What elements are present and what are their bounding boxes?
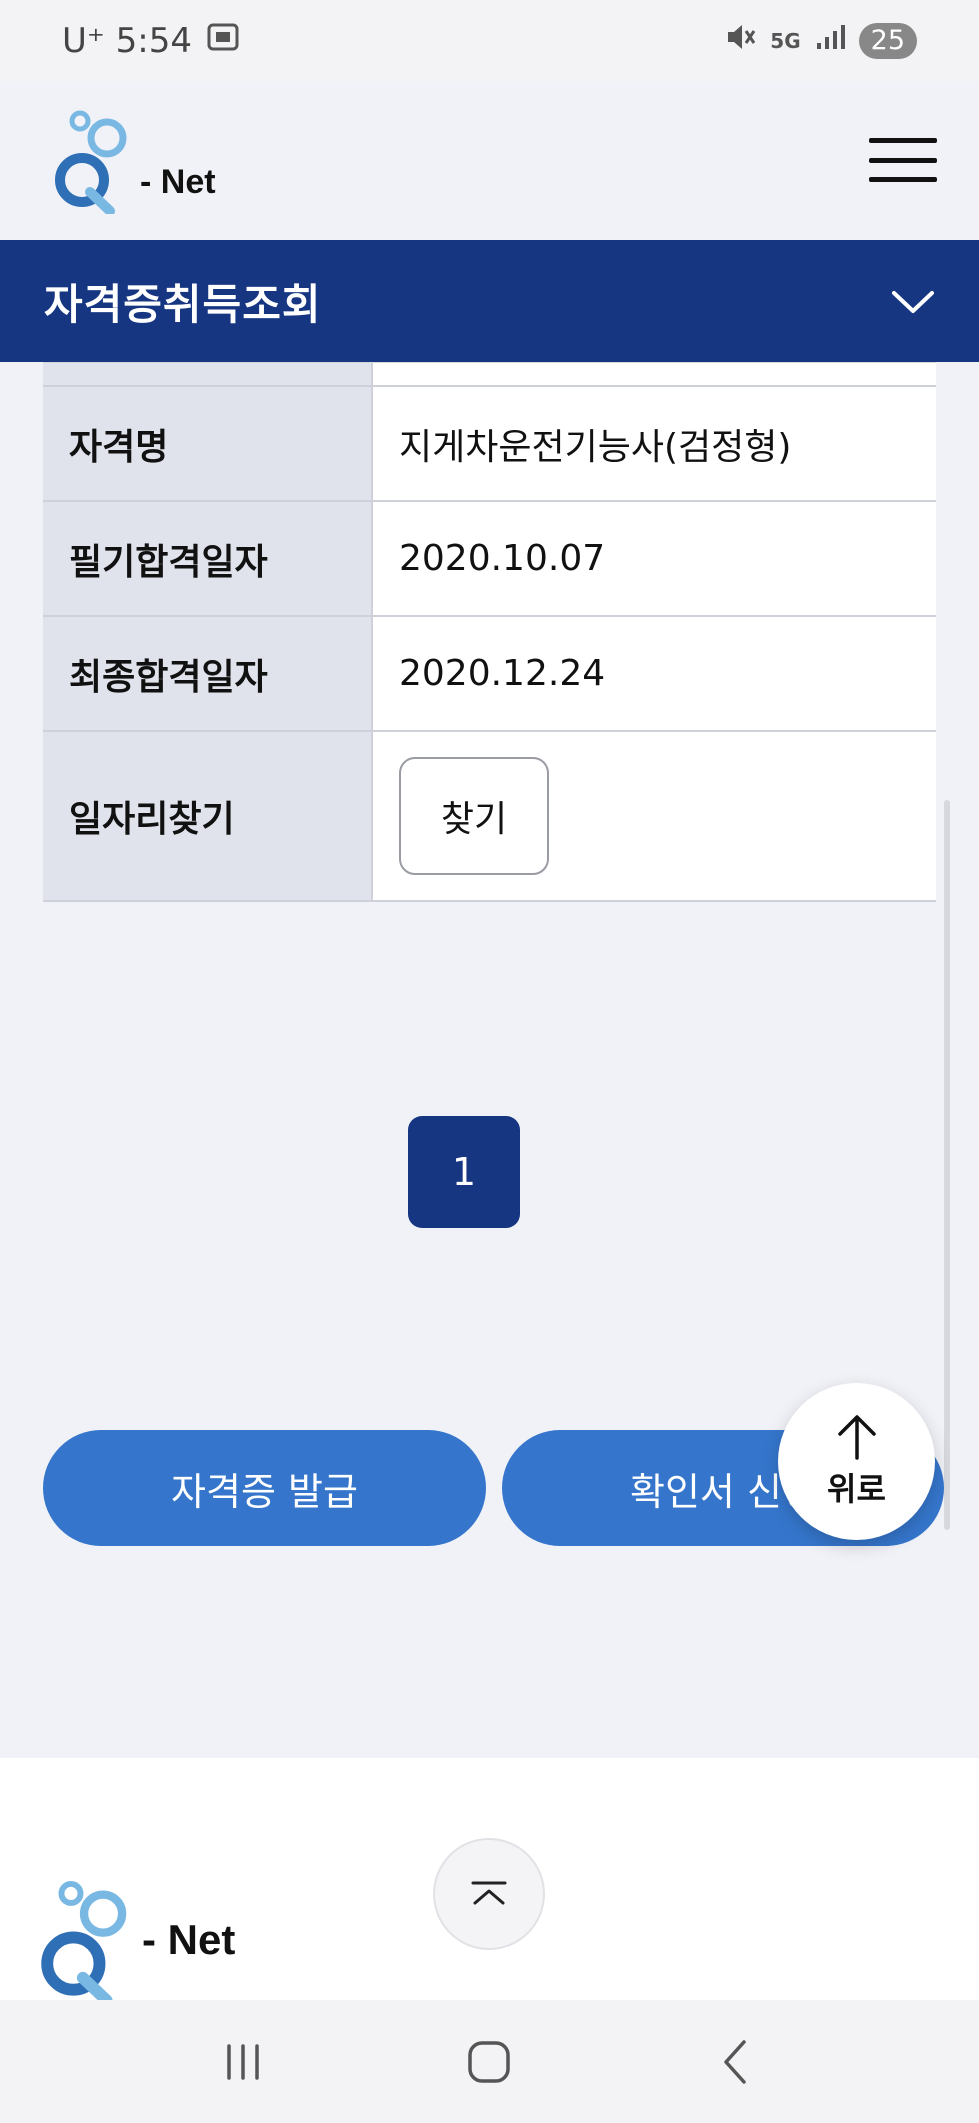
footer-collapse-button[interactable] (433, 1838, 545, 1950)
qnet-logo[interactable]: - Net (54, 108, 216, 214)
issue-certificate-button[interactable]: 자격증 발급 (43, 1430, 486, 1546)
chevron-down-icon[interactable] (891, 279, 935, 323)
menu-line-icon (869, 177, 937, 182)
hamburger-menu-button[interactable] (869, 138, 937, 182)
signal-icon (815, 23, 845, 59)
final-pass-date: 2020.12.24 (373, 617, 936, 730)
carrier-time: U⁺ 5:54 (62, 21, 192, 61)
table-header-cell: 일자리찾기 (43, 732, 373, 900)
status-right: 5G 25 (724, 22, 917, 60)
scroll-to-top-button[interactable]: 위로 (778, 1383, 935, 1540)
page-title-bar[interactable]: 자격증취득조회 (0, 240, 979, 362)
qnet-logo-mark (55, 110, 127, 214)
table-header-cell: 최종합격일자 (43, 617, 373, 730)
scrollbar[interactable] (944, 800, 950, 1530)
chevron-up-icon (471, 1881, 507, 1905)
find-job-button[interactable]: 찾기 (399, 757, 549, 875)
table-value-cell (373, 363, 936, 385)
table-header-cell: 자격명 (43, 387, 373, 500)
footer-logo[interactable]: - Net (40, 1878, 235, 2000)
screenshot-icon (206, 22, 240, 60)
written-pass-date: 2020.10.07 (373, 502, 936, 615)
certificate-detail-table: 자격명 지게차운전기능사(검정형) 필기합격일자 2020.10.07 최종합격… (43, 362, 936, 902)
qnet-logo-mark (41, 1880, 127, 2000)
recent-apps-icon (227, 2043, 259, 2080)
pagination-page-button[interactable]: 1 (408, 1116, 520, 1228)
status-bar: U⁺ 5:54 5G 25 (0, 0, 979, 82)
home-icon (468, 2040, 511, 2083)
qualification-name: 지게차운전기능사(검정형) (373, 387, 936, 500)
page-title: 자격증취득조회 (44, 279, 322, 329)
table-row: 자격명 지게차운전기능사(검정형) (43, 387, 936, 502)
system-nav-bar (0, 2000, 979, 2123)
site-header: - Net (0, 82, 979, 240)
status-left: U⁺ 5:54 (62, 21, 240, 61)
job-search-cell: 찾기 (373, 732, 936, 900)
menu-line-icon (869, 138, 937, 143)
back-button[interactable] (696, 2022, 776, 2102)
table-row: 일자리찾기 찾기 (43, 732, 936, 902)
table-header-cell (43, 363, 373, 385)
footer-logo-text: - Net (142, 1916, 236, 1963)
table-row: 필기합격일자 2020.10.07 (43, 502, 936, 617)
scroll-to-top-label: 위로 (827, 1469, 886, 1508)
battery-level: 25 (858, 23, 917, 59)
recent-apps-button[interactable] (203, 2022, 283, 2102)
logo-text: - Net (140, 163, 216, 201)
table-row-partial (43, 363, 936, 387)
back-icon (724, 2039, 746, 2084)
arrow-up-icon (837, 1414, 876, 1460)
site-footer: - Net (0, 1758, 979, 2000)
menu-line-icon (869, 157, 937, 163)
table-row: 최종합격일자 2020.12.24 (43, 617, 936, 732)
mute-icon (724, 22, 756, 60)
network-type-label: 5G (770, 29, 801, 53)
home-button[interactable] (449, 2022, 529, 2102)
table-header-cell: 필기합격일자 (43, 502, 373, 615)
